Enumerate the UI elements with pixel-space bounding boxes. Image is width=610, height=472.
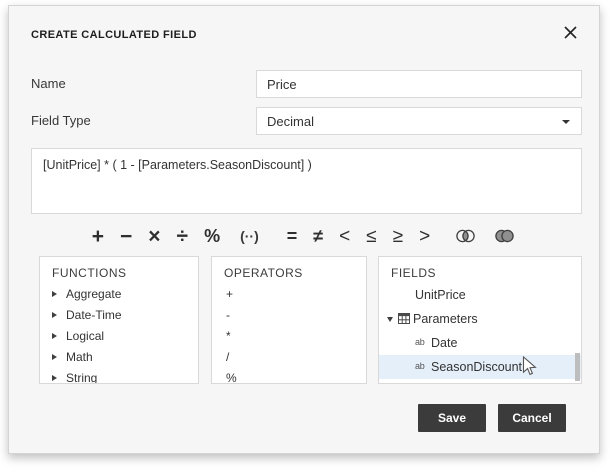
function-category-logical[interactable]: Logical (40, 325, 198, 346)
chevron-down-icon (562, 120, 570, 124)
function-category-aggregate[interactable]: Aggregate (40, 283, 198, 304)
operator-item-label: - (226, 307, 230, 322)
greater-or-equal-icon[interactable]: ≥ (393, 227, 403, 246)
union-circles-icon[interactable] (493, 228, 516, 244)
plus-icon[interactable]: + (92, 226, 104, 247)
field-type-value: Decimal (267, 113, 314, 129)
functions-panel: FUNCTIONS Aggregate Date-Time Logical Ma… (39, 256, 199, 384)
operator-item-label: / (226, 349, 230, 364)
field-item-unitprice[interactable]: UnitPrice (379, 283, 581, 307)
function-category-string[interactable]: String (40, 367, 198, 384)
function-category-label: Math (66, 349, 93, 364)
function-category-date-time[interactable]: Date-Time (40, 304, 198, 325)
parentheses-icon[interactable]: (··) (240, 229, 259, 243)
close-icon (563, 26, 577, 44)
fields-panel-scrollbar[interactable] (575, 353, 580, 381)
less-than-icon[interactable]: < (339, 227, 350, 246)
functions-panel-header: FUNCTIONS (52, 266, 127, 280)
less-or-equal-icon[interactable]: ≤ (366, 227, 376, 246)
cancel-button[interactable]: Cancel (498, 404, 566, 432)
percent-icon[interactable]: % (204, 227, 220, 245)
expander-collapsed-icon[interactable] (52, 374, 57, 381)
fields-panel-header: FIELDS (391, 266, 437, 280)
expander-expanded-icon[interactable] (387, 317, 393, 322)
field-item-label: Parameters (413, 312, 478, 326)
multiply-icon[interactable]: × (148, 226, 160, 247)
field-item-parameters[interactable]: Parameters (379, 307, 581, 331)
string-type-icon: ab (415, 361, 425, 371)
field-item-seasondiscount[interactable]: ab SeasonDiscount (379, 355, 581, 379)
close-button[interactable] (561, 26, 579, 44)
operator-item-percent[interactable]: % (212, 367, 366, 384)
name-input[interactable] (256, 70, 582, 98)
operator-item-divide[interactable]: / (212, 346, 366, 367)
expander-collapsed-icon[interactable] (52, 311, 57, 318)
minus-icon[interactable]: − (120, 226, 132, 247)
function-category-label: Aggregate (66, 286, 122, 301)
field-item-label: UnitPrice (415, 288, 466, 302)
field-type-label: Field Type (31, 113, 91, 128)
operator-item-minus[interactable]: - (212, 304, 366, 325)
table-icon (398, 313, 410, 327)
expander-collapsed-icon[interactable] (52, 290, 57, 297)
function-category-label: Date-Time (66, 307, 122, 322)
expander-collapsed-icon[interactable] (52, 353, 57, 360)
create-calculated-field-dialog: CREATE CALCULATED FIELD Name Field Type … (8, 5, 600, 454)
fields-panel: FIELDS UnitPrice Parameters ab Date ab S… (378, 256, 582, 384)
dialog-title: CREATE CALCULATED FIELD (31, 29, 197, 41)
field-type-dropdown[interactable]: Decimal (256, 107, 582, 135)
not-equals-icon[interactable]: ≠ (313, 227, 323, 245)
greater-than-icon[interactable]: > (419, 227, 430, 246)
operator-item-label: + (226, 286, 234, 301)
function-category-label: Logical (66, 328, 105, 343)
expression-input[interactable]: [UnitPrice] * ( 1 - [Parameters.SeasonDi… (31, 148, 582, 214)
function-category-label: String (66, 370, 98, 384)
operator-item-label: * (226, 328, 231, 343)
intersect-circles-icon[interactable] (454, 228, 477, 244)
string-type-icon: ab (415, 337, 425, 347)
operator-toolbar: + − × ÷ % (··) = ≠ < ≤ ≥ > (9, 220, 599, 252)
field-item-date[interactable]: ab Date (379, 331, 581, 355)
operators-panel-header: OPERATORS (224, 266, 303, 280)
divide-icon[interactable]: ÷ (177, 226, 189, 247)
operators-panel: OPERATORS + - * / % (211, 256, 367, 384)
operator-item-label: % (226, 370, 237, 384)
save-button[interactable]: Save (418, 404, 486, 432)
function-category-math[interactable]: Math (40, 346, 198, 367)
equals-icon[interactable]: = (287, 227, 298, 245)
field-item-label: SeasonDiscount (431, 360, 523, 374)
operator-item-plus[interactable]: + (212, 283, 366, 304)
expander-collapsed-icon[interactable] (52, 332, 57, 339)
operator-item-multiply[interactable]: * (212, 325, 366, 346)
name-label: Name (31, 76, 66, 91)
